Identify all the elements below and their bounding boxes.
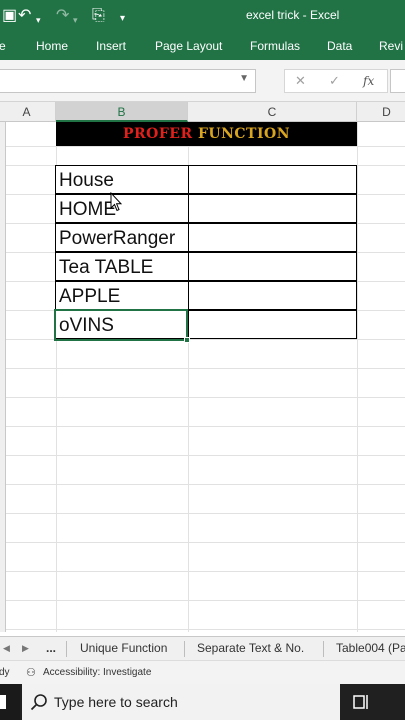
excel-window: ▣ ↶ ▾ ↷ ▾ ⎘ ▾ excel trick - Excel e Home… [0,0,405,720]
cell-c[interactable] [188,223,357,252]
tab-page-layout[interactable]: Page Layout [155,39,222,53]
status-bar: dy ⚇ Accessibility: Investigate [0,660,405,684]
window-title: excel trick - Excel [246,8,340,22]
cell-c[interactable] [188,252,357,281]
task-view-icon[interactable] [352,693,370,711]
accessibility-status[interactable]: Accessibility: Investigate [43,667,151,678]
column-headers: A B C D [0,102,405,122]
scroll-tabs-right-icon[interactable]: ▶ [22,643,29,654]
windows-logo-icon [0,695,6,709]
row-gridline [6,571,405,572]
name-box[interactable]: ▼ [0,69,256,93]
touch-mode-icon[interactable]: ⎘ [92,6,105,26]
cell-c[interactable] [188,281,357,310]
formula-buttons: ✕ ✓ fx [284,69,388,93]
cell-b-tea-table[interactable]: Tea TABLE [55,252,189,281]
column-header-a[interactable]: A [0,102,56,122]
cell-b-house[interactable]: House [55,165,189,194]
tab-file[interactable]: e [0,39,6,53]
status-ready: dy [0,667,10,678]
column-header-c[interactable]: C [188,102,357,122]
tab-insert[interactable]: Insert [96,39,126,53]
cell-b-powerranger[interactable]: PowerRanger [55,223,189,252]
formula-input[interactable] [390,69,405,93]
save-icon[interactable]: ▣ [2,6,17,26]
title-bar: ▣ ↶ ▾ ↷ ▾ ⎘ ▾ excel trick - Excel [0,0,405,32]
more-sheets-button[interactable]: ... [46,641,56,655]
sheet-tab-unique-function[interactable]: Unique Function [80,641,167,655]
cancel-icon[interactable]: ✕ [295,73,306,89]
row-gridline [6,339,405,340]
cell-b-home[interactable]: HOME [55,194,189,223]
undo-icon[interactable]: ↶ [18,6,31,26]
search-placeholder: Type here to search [54,694,178,710]
sheet-tab-separate-text[interactable]: Separate Text & No. [197,641,304,655]
name-box-dropdown-icon[interactable]: ▼ [239,73,249,84]
tab-review[interactable]: Revi [379,39,403,53]
banner-word-1: PROFER [122,126,193,142]
title-banner[interactable]: PROFER FUNCTION [56,122,357,146]
tab-formulas[interactable]: Formulas [250,39,300,53]
row-gridline [6,542,405,543]
column-gridline [357,122,358,632]
row-gridline [6,426,405,427]
accessibility-icon[interactable]: ⚇ [26,666,36,679]
cell-c[interactable] [188,165,357,194]
redo-dropdown-icon[interactable]: ▾ [73,10,78,30]
row-gridline [6,397,405,398]
row-gridline [6,455,405,456]
tab-home[interactable]: Home [36,39,68,53]
insert-function-icon[interactable]: fx [363,74,374,88]
row-gridline [6,484,405,485]
cell-c[interactable] [188,310,357,339]
column-header-d[interactable]: D [357,102,405,122]
cell-b-ovins[interactable]: oVINS [55,310,189,339]
tab-divider [66,641,67,657]
cell-b-apple[interactable]: APPLE [55,281,189,310]
banner-word-2: FUNCTION [197,126,291,142]
redo-icon[interactable]: ↷ [56,6,69,26]
tab-divider [184,641,185,657]
tab-divider [323,641,324,657]
row-gridline [6,629,405,630]
search-icon [30,694,47,711]
row-gridline [6,146,405,147]
start-button[interactable] [0,684,20,720]
row-gridline [6,513,405,514]
column-header-b[interactable]: B [56,102,188,122]
scroll-tabs-left-icon[interactable]: ◀ [3,643,10,654]
mouse-pointer-icon [110,192,122,212]
cell-c[interactable] [188,194,357,223]
tab-data[interactable]: Data [327,39,352,53]
ribbon-tabs: e Home Insert Page Layout Formulas Data … [0,32,405,60]
sheet-tabs-bar: ◀ ▶ ... Unique Function Separate Text & … [0,636,405,660]
row-gridline [6,600,405,601]
windows-taskbar: Type here to search [0,684,405,720]
customize-qat-icon[interactable]: ▾ [120,9,125,29]
enter-icon[interactable]: ✓ [329,73,340,89]
formula-bar: ▼ ✕ ✓ fx [0,60,405,102]
undo-dropdown-icon[interactable]: ▾ [36,10,41,30]
taskbar-search-box[interactable]: Type here to search [22,684,340,720]
sheet-tab-table004[interactable]: Table004 (Pa [336,641,405,655]
row-gridline [6,368,405,369]
